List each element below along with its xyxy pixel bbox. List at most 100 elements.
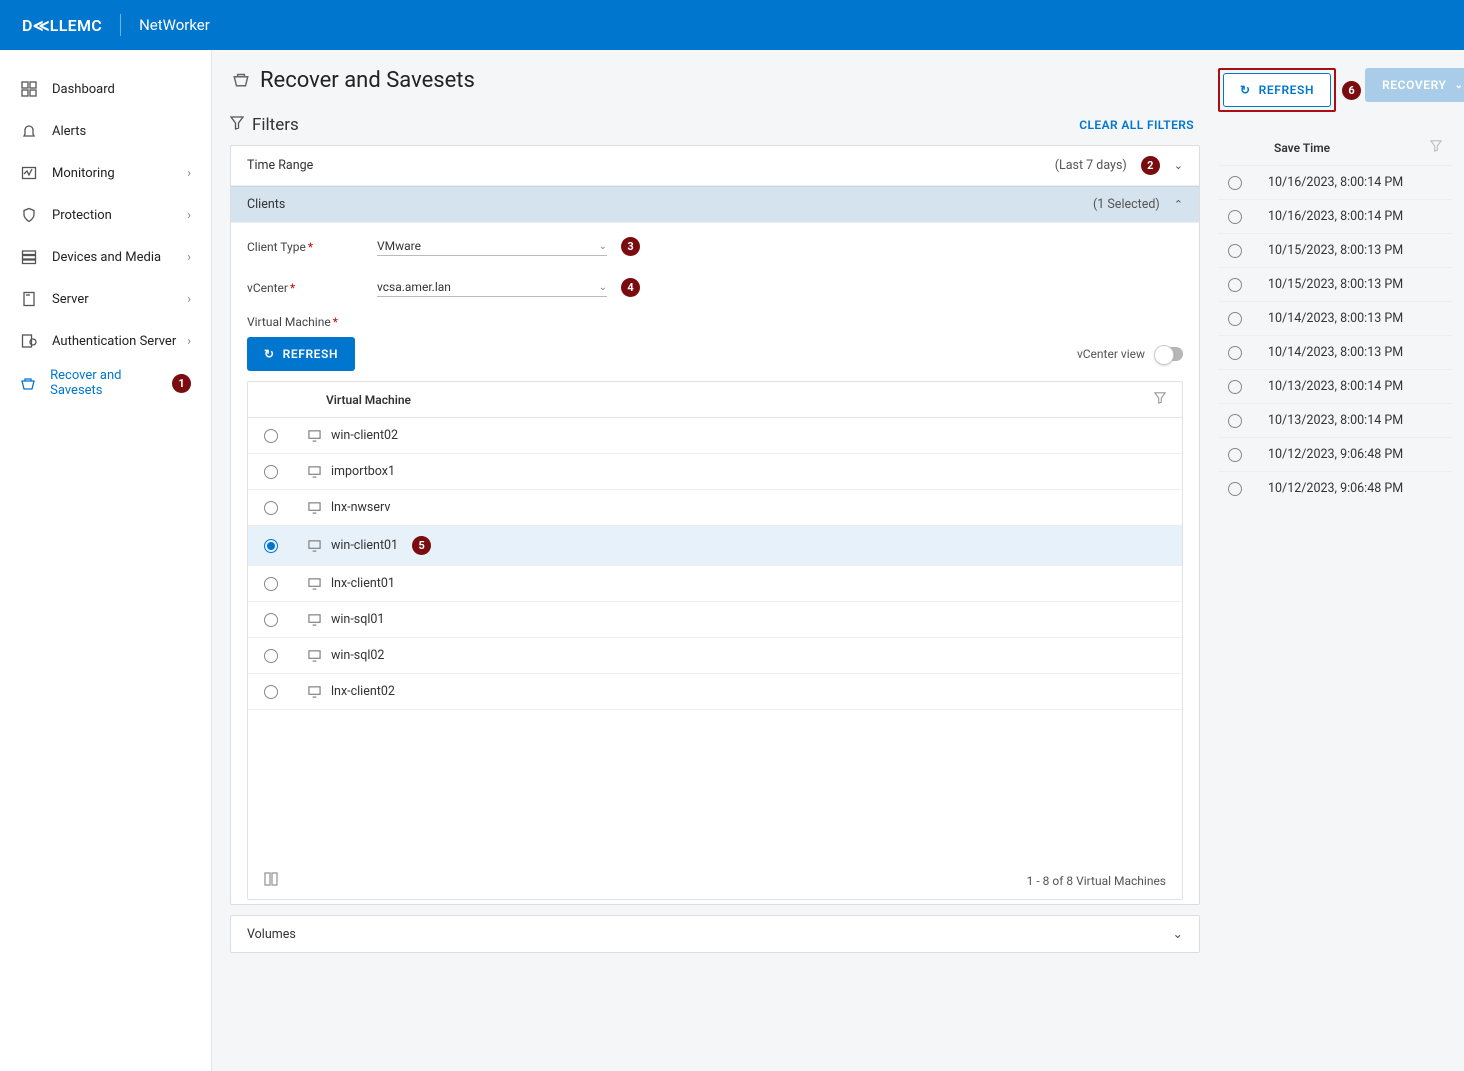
page-title: Recover and Savesets [260,68,475,93]
clear-all-filters[interactable]: CLEAR ALL FILTERS [1073,118,1200,132]
product-name: NetWorker [139,16,210,34]
vcenter-label: vCenter [247,281,288,295]
radio[interactable] [1228,244,1242,258]
volumes-label: Volumes [247,927,296,942]
vm-name: win-sql02 [331,648,384,663]
save-time-value: 10/14/2023, 8:00:13 PM [1268,311,1403,326]
save-time-value: 10/16/2023, 8:00:14 PM [1268,175,1403,190]
refresh-button[interactable]: ↻ REFRESH [1223,73,1331,107]
radio[interactable] [264,539,278,553]
save-time-column-header: Save Time [1274,141,1330,155]
sidebar-item-label: Authentication Server [52,334,176,349]
chevron-right-icon: › [187,334,191,349]
save-time-value: 10/12/2023, 9:06:48 PM [1268,447,1403,462]
radio[interactable] [264,501,278,515]
vm-icon [308,649,321,662]
vm-name: lnx-client02 [331,684,395,699]
save-time-value: 10/13/2023, 8:00:14 PM [1268,379,1403,394]
radio[interactable] [1228,346,1242,360]
filter-icon[interactable] [1430,140,1442,155]
radio[interactable] [1228,380,1242,394]
sidebar-item-auth[interactable]: Authentication Server › [0,320,211,362]
client-type-select[interactable]: VMware ⌄ [377,237,607,256]
radio[interactable] [264,465,278,479]
clients-accordion[interactable]: Clients (1 Selected) ⌃ [231,186,1199,223]
save-time-row[interactable]: 10/12/2023, 9:06:48 PM [1218,471,1452,505]
vm-row[interactable]: win-sql02 [248,638,1182,674]
save-time-row[interactable]: 10/13/2023, 8:00:14 PM [1218,369,1452,403]
save-time-value: 10/16/2023, 8:00:14 PM [1268,209,1403,224]
volumes-accordion[interactable]: Volumes ⌄ [231,916,1199,952]
vm-row[interactable]: lnx-nwserv [248,490,1182,526]
vm-row[interactable]: lnx-client01 [248,566,1182,602]
vcenter-view-toggle[interactable] [1155,347,1183,361]
vm-name: lnx-nwserv [331,500,390,515]
radio[interactable] [264,577,278,591]
radio[interactable] [1228,414,1242,428]
save-time-row[interactable]: 10/16/2023, 8:00:14 PM [1218,165,1452,199]
save-time-row[interactable]: 10/12/2023, 9:06:48 PM [1218,437,1452,471]
time-range-accordion[interactable]: Time Range (Last 7 days) 2 ⌄ [231,146,1199,186]
save-time-value: 10/14/2023, 8:00:13 PM [1268,345,1403,360]
radio[interactable] [1228,312,1242,326]
vcenter-value: vcsa.amer.lan [377,280,451,294]
radio[interactable] [264,613,278,627]
sidebar-item-server[interactable]: Server › [0,278,211,320]
chevron-down-icon: ⌄ [1455,80,1464,91]
monitoring-icon [20,164,38,182]
vm-name: win-client02 [331,428,398,443]
radio[interactable] [1228,278,1242,292]
sidebar-item-recover[interactable]: Recover and Savesets 1 [0,362,211,404]
save-time-row[interactable]: 10/16/2023, 8:00:14 PM [1218,199,1452,233]
clients-label: Clients [247,197,285,212]
vm-icon [308,539,321,552]
vcenter-select[interactable]: vcsa.amer.lan ⌄ [377,278,607,297]
step-badge-4: 4 [621,278,640,297]
radio[interactable] [1228,482,1242,496]
radio[interactable] [1228,176,1242,190]
step-badge-3: 3 [621,237,640,256]
sidebar-item-protection[interactable]: Protection › [0,194,211,236]
sidebar-item-devices[interactable]: Devices and Media › [0,236,211,278]
chevron-down-icon: ⌄ [599,241,607,252]
vm-table-footer: 1 - 8 of 8 Virtual Machines [1027,874,1166,888]
vm-row[interactable]: lnx-client02 [248,674,1182,710]
save-time-row[interactable]: 10/13/2023, 8:00:14 PM [1218,403,1452,437]
vm-row[interactable]: importbox1 [248,454,1182,490]
columns-icon[interactable] [264,872,278,889]
radio[interactable] [264,685,278,699]
save-time-value: 10/12/2023, 9:06:48 PM [1268,481,1403,496]
sidebar-item-label: Devices and Media [52,250,161,265]
filter-icon[interactable] [1154,392,1166,407]
chevron-right-icon: › [187,166,191,181]
radio[interactable] [1228,448,1242,462]
required-star: * [290,281,295,295]
vm-name: lnx-client01 [331,576,395,591]
vm-icon [308,501,321,514]
refresh-icon: ↻ [1240,83,1251,97]
sidebar-item-dashboard[interactable]: Dashboard [0,68,211,110]
vm-row[interactable]: win-sql01 [248,602,1182,638]
vm-column-header: Virtual Machine [326,393,411,407]
vm-icon [308,685,321,698]
vm-row[interactable]: win-client015 [248,526,1182,566]
save-time-row[interactable]: 10/14/2023, 8:00:13 PM [1218,301,1452,335]
sidebar-item-monitoring[interactable]: Monitoring › [0,152,211,194]
recovery-button[interactable]: RECOVERY ⌄ [1365,68,1464,102]
refresh-vm-button[interactable]: ↻ REFRESH [247,337,355,371]
time-range-label: Time Range [247,158,313,173]
required-star: * [333,315,338,329]
radio[interactable] [264,649,278,663]
recovery-label: RECOVERY [1382,78,1446,92]
radio[interactable] [1228,210,1242,224]
radio[interactable] [264,429,278,443]
save-time-row[interactable]: 10/15/2023, 8:00:13 PM [1218,233,1452,267]
save-time-row[interactable]: 10/14/2023, 8:00:13 PM [1218,335,1452,369]
vm-row[interactable]: win-client02 [248,418,1182,454]
save-time-value: 10/13/2023, 8:00:14 PM [1268,413,1403,428]
sidebar-item-alerts[interactable]: Alerts [0,110,211,152]
divider [120,14,121,36]
save-time-row[interactable]: 10/15/2023, 8:00:13 PM [1218,267,1452,301]
vm-table: Virtual Machine win-client02 importbox1 ln… [247,381,1183,900]
chevron-right-icon: › [187,250,191,265]
